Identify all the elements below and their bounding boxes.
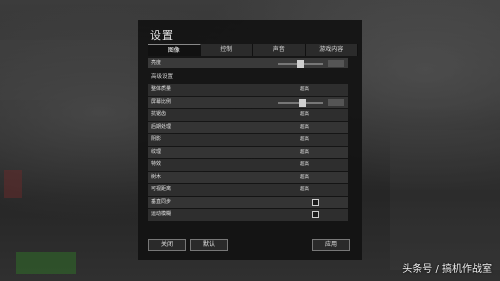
setting-row[interactable]: 特效 超高 (148, 159, 348, 171)
setting-value[interactable]: 超高 (300, 122, 309, 134)
background-object (4, 170, 22, 198)
setting-label: 后期处理 (151, 123, 172, 130)
brightness-row: 亮度 (148, 58, 348, 68)
setting-value[interactable]: 超高 (300, 172, 309, 184)
close-button[interactable]: 关闭 (148, 239, 186, 251)
setting-value[interactable]: 超高 (300, 84, 309, 96)
setting-value[interactable]: 超高 (300, 159, 309, 171)
brightness-slider[interactable] (278, 60, 323, 68)
setting-slider[interactable] (278, 98, 323, 107)
section-title: 高级设置 (151, 74, 174, 80)
setting-row[interactable]: 可视距离 超高 (148, 184, 348, 196)
default-button[interactable]: 默认 (190, 239, 228, 251)
setting-row[interactable]: 运动模糊 (148, 209, 348, 221)
setting-label: 可视距离 (151, 186, 172, 192)
setting-row[interactable]: 纹理 超高 (148, 146, 348, 159)
setting-value[interactable]: 超高 (300, 134, 309, 146)
setting-label: 阴影 (151, 136, 162, 142)
tab-sound[interactable]: 声音 (253, 44, 306, 56)
setting-row[interactable]: 后期处理 超高 (148, 121, 348, 134)
setting-slider-thumb[interactable] (298, 98, 306, 107)
setting-label: 特效 (151, 161, 162, 167)
settings-rows: 整体质量 超高 屏幕比例 抗锯齿 超高 后期处理 超高 阴影 超高 纹理 超高 特效 超高 树木 超高 可视距… (148, 84, 348, 222)
setting-label: 垂直同步 (151, 198, 172, 205)
setting-value[interactable]: 超高 (300, 184, 309, 196)
setting-checkbox[interactable] (312, 198, 319, 206)
setting-label: 树木 (151, 173, 162, 180)
background-object (16, 252, 76, 274)
brightness-value-box (328, 60, 344, 67)
setting-value-box (328, 98, 344, 106)
setting-row[interactable]: 抗锯齿 超高 (148, 109, 348, 121)
setting-row[interactable]: 屏幕比例 (148, 96, 348, 108)
settings-list: 亮度 高级设置 整体质量 超高 屏幕比例 抗锯齿 超高 后期处理 超高 阴影 超高 纹理 超高 特效超… (148, 58, 352, 246)
brightness-slider-thumb[interactable] (297, 60, 304, 68)
setting-value[interactable]: 超高 (300, 147, 309, 159)
setting-label: 屏幕比例 (151, 98, 172, 105)
tab-gameplay[interactable]: 游戏内容 (305, 44, 358, 56)
setting-label: 抗锯齿 (151, 111, 167, 117)
setting-label: 纹理 (151, 148, 162, 155)
tab-bar: 图像 控制 声音 游戏内容 (148, 44, 358, 56)
brightness-label: 亮度 (151, 60, 162, 66)
footer-bar: 关闭 默认 应用 (148, 238, 352, 254)
apply-button[interactable]: 应用 (312, 239, 350, 251)
window-title: 设置 (150, 29, 174, 42)
setting-value[interactable]: 超高 (300, 109, 309, 121)
settings-panel: 设置 图像 控制 声音 游戏内容 亮度 高级设置 整体质量 超高 屏幕比例 抗锯齿 超高… (138, 20, 362, 260)
setting-row[interactable]: 树木 超高 (148, 171, 348, 184)
tab-graphics[interactable]: 图像 (148, 44, 201, 56)
watermark: 头条号 / 搞机作战室 (402, 264, 492, 275)
setting-checkbox[interactable] (312, 211, 319, 218)
setting-row[interactable]: 阴影 超高 (148, 134, 348, 146)
setting-label: 运动模糊 (151, 211, 172, 217)
tab-controls[interactable]: 控制 (200, 44, 253, 56)
setting-row[interactable]: 整体质量 超高 (148, 84, 348, 96)
setting-row[interactable]: 垂直同步 (148, 196, 348, 208)
setting-label: 整体质量 (151, 86, 172, 92)
